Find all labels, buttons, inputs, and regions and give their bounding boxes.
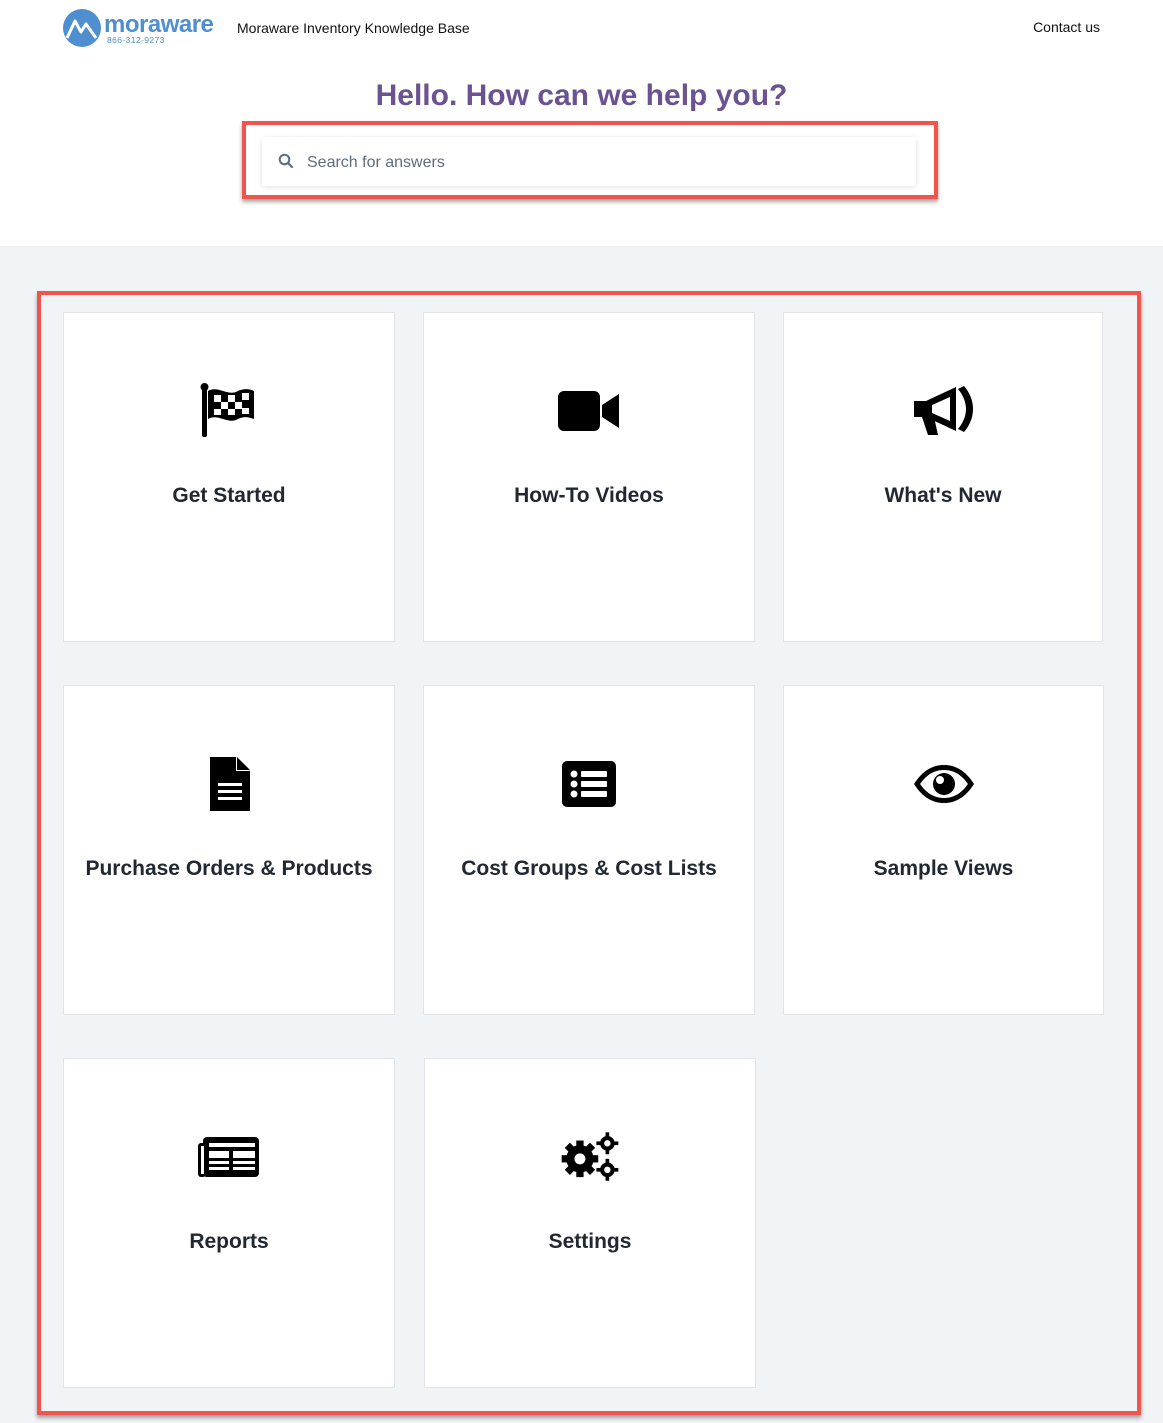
category-card-purchase-orders-products[interactable]: Purchase Orders & Products [63,685,395,1015]
megaphone-icon [911,381,975,441]
category-card-cost-groups-cost-lists[interactable]: Cost Groups & Cost Lists [423,685,755,1015]
category-label: Purchase Orders & Products [85,857,373,880]
hero-headline: Hello. How can we help you? [375,79,788,112]
contact-us-link[interactable]: Contact us [1033,19,1100,35]
site-title[interactable]: Moraware Inventory Knowledge Base [237,20,470,36]
gears-icon [558,1127,622,1187]
search-input[interactable] [305,137,899,188]
category-card-get-started[interactable]: Get Started [63,312,395,642]
video-camera-icon [557,381,621,441]
category-card-reports[interactable]: Reports [63,1058,395,1388]
site-header: moraware 866-312-9273 Moraware Inventory… [0,0,1163,246]
list-icon [557,754,621,814]
moraware-logo[interactable]: moraware 866-312-9273 [62,8,222,48]
document-icon [197,754,261,814]
category-label: Settings [548,1230,632,1253]
category-label: Cost Groups & Cost Lists [461,857,717,880]
category-card-whats-new[interactable]: What's New [783,312,1103,642]
category-label: How-To Videos [514,484,664,507]
newspaper-icon [197,1127,261,1187]
category-card-settings[interactable]: Settings [424,1058,756,1388]
eye-icon [912,754,976,814]
category-card-how-to-videos[interactable]: How-To Videos [423,312,755,642]
search-box[interactable] [262,137,916,188]
logo-phone: 866-312-9273 [107,35,165,45]
category-label: Get Started [172,484,286,507]
category-label: What's New [884,484,1002,507]
search-icon [278,153,294,169]
checkered-flag-icon [197,381,261,441]
logo-mark-icon [63,9,101,47]
category-card-sample-views[interactable]: Sample Views [783,685,1104,1015]
category-label: Reports [189,1230,269,1253]
category-label: Sample Views [873,857,1014,880]
